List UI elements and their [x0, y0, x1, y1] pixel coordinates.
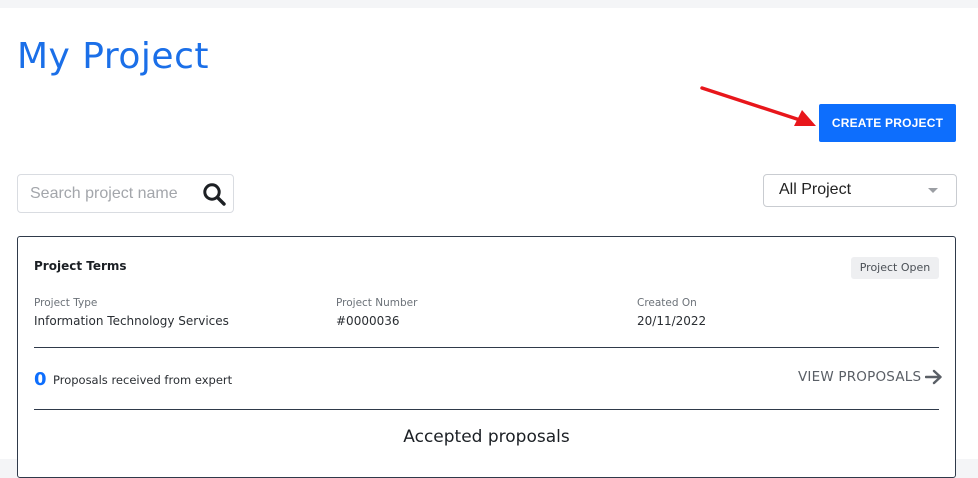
project-type-label: Project Type: [34, 297, 98, 309]
view-proposals-label: VIEW PROPOSALS: [798, 369, 922, 385]
project-filter-select[interactable]: All Project: [763, 174, 957, 207]
chevron-down-icon: [928, 188, 938, 193]
search-input[interactable]: [28, 175, 197, 213]
page-content: My Project CREATE PROJECT All Project Pr…: [0, 8, 978, 478]
created-on-label: Created On: [637, 297, 697, 309]
arrow-right-icon: [925, 369, 942, 385]
divider: [34, 409, 939, 410]
project-card-title: Project Terms: [34, 259, 127, 273]
divider: [34, 347, 939, 348]
status-badge: Project Open: [851, 257, 939, 279]
proposals-summary: 0 Proposals received from expert: [34, 369, 232, 390]
annotation-arrow: [700, 86, 816, 126]
project-card: Project Terms Project Open Project Type …: [17, 236, 956, 478]
create-project-button[interactable]: CREATE PROJECT: [819, 104, 956, 142]
project-number-field: Project Number #0000036: [336, 297, 417, 328]
page-title: My Project: [17, 36, 209, 77]
proposal-text: Proposals received from expert: [52, 372, 233, 387]
proposal-count: 0: [34, 369, 47, 390]
search-box: [17, 174, 234, 213]
created-on-value: 20/11/2022: [637, 314, 707, 328]
project-number-label: Project Number: [336, 297, 418, 309]
view-proposals-link[interactable]: VIEW PROPOSALS: [798, 369, 943, 385]
created-on-field: Created On 20/11/2022: [637, 297, 706, 328]
search-icon[interactable]: [202, 182, 226, 206]
accepted-proposals-title: Accepted proposals: [403, 427, 570, 447]
filter-selected-value: All Project: [779, 181, 852, 198]
project-number-value: #0000036: [336, 314, 400, 328]
project-type-field: Project Type Information Technology Serv…: [34, 297, 229, 328]
project-type-value: Information Technology Services: [34, 314, 229, 328]
